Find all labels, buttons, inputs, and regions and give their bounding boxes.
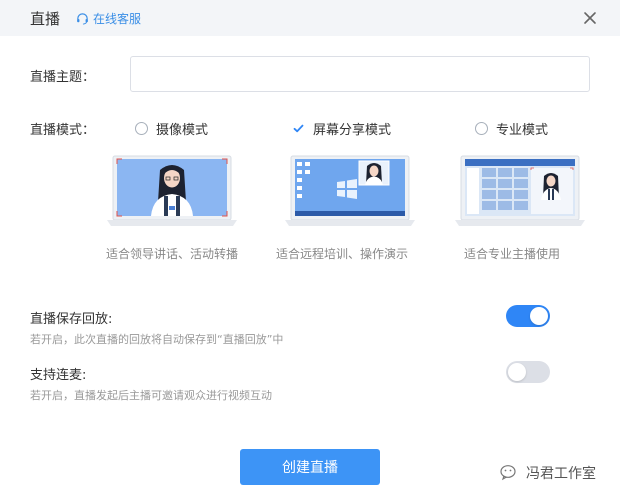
topic-label: 直播主题： bbox=[30, 70, 96, 85]
customer-service-link[interactable]: 在线客服 bbox=[76, 10, 141, 27]
mode-screen-share-caption: 适合远程培训、操作演示 bbox=[275, 247, 408, 261]
playback-toggle[interactable] bbox=[506, 305, 550, 327]
topic-input[interactable] bbox=[130, 56, 590, 92]
radio-unchecked-icon bbox=[475, 122, 488, 135]
dialog-header: 直播 在线客服 bbox=[0, 0, 620, 36]
mode-camera-radio[interactable]: 摄像模式 bbox=[135, 119, 208, 138]
toggle-knob bbox=[508, 363, 526, 381]
mode-pro-radio[interactable]: 专业模式 bbox=[475, 119, 548, 138]
watermark-text: 冯君工作室 bbox=[526, 466, 596, 482]
mode-label: 直播模式： bbox=[30, 123, 96, 138]
pro-mode-illustration[interactable] bbox=[455, 152, 585, 232]
wechat-icon bbox=[500, 465, 516, 481]
camera-mode-illustration[interactable] bbox=[107, 152, 237, 232]
mic-link-title: 支持连麦: bbox=[30, 368, 87, 383]
playback-title: 直播保存回放: bbox=[30, 312, 113, 327]
playback-description: 若开启，此次直播的回放将自动保存到“直播回放”中 bbox=[30, 333, 284, 346]
mic-link-description: 若开启，直播发起后主播可邀请观众进行视频互动 bbox=[30, 389, 272, 402]
mic-link-toggle[interactable] bbox=[506, 361, 550, 383]
create-live-button[interactable]: 创建直播 bbox=[240, 449, 380, 485]
mode-screen-share-label: 屏幕分享模式 bbox=[313, 123, 392, 138]
mode-pro-label: 专业模式 bbox=[496, 123, 549, 138]
toggle-knob bbox=[530, 307, 548, 325]
radio-checked-icon bbox=[293, 124, 304, 133]
mode-pro-caption: 适合专业主播使用 bbox=[463, 247, 560, 261]
headset-icon bbox=[77, 13, 88, 25]
close-icon[interactable] bbox=[582, 10, 598, 26]
dialog-title: 直播 bbox=[30, 10, 61, 28]
live-dialog: 直播 在线客服 直播主题： 直播模式： 摄像模式 屏幕分享模式 专业模式 适合领… bbox=[0, 0, 620, 500]
watermark: 冯君工作室 bbox=[500, 463, 596, 483]
screen-share-mode-illustration[interactable] bbox=[285, 152, 415, 232]
radio-unchecked-icon bbox=[135, 122, 148, 135]
mode-camera-caption: 适合领导讲话、活动转播 bbox=[105, 247, 238, 261]
mode-camera-label: 摄像模式 bbox=[156, 123, 209, 138]
customer-service-label: 在线客服 bbox=[93, 12, 142, 26]
mode-screen-share-radio[interactable]: 屏幕分享模式 bbox=[292, 119, 391, 138]
